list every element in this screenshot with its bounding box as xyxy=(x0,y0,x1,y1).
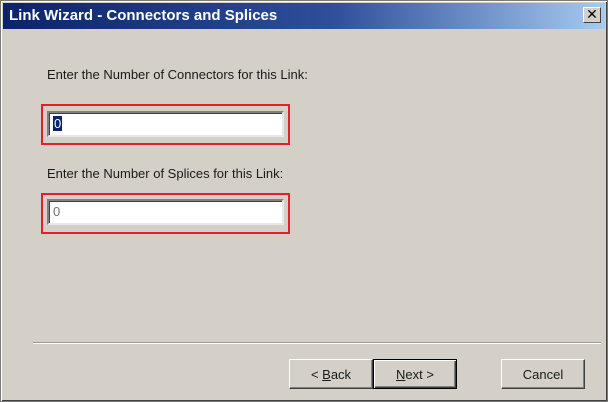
next-button[interactable]: Next > xyxy=(373,359,457,389)
splices-input[interactable]: 0 xyxy=(47,199,284,225)
next-button-accel: N xyxy=(396,366,406,382)
connectors-input-value: 0 xyxy=(53,116,63,131)
splices-input-value: 0 xyxy=(53,204,61,219)
button-separator xyxy=(33,342,601,344)
link-wizard-dialog: Link Wizard - Connectors and Splices ✕ E… xyxy=(0,0,608,402)
window-title: Link Wizard - Connectors and Splices xyxy=(9,7,278,24)
title-bar[interactable]: Link Wizard - Connectors and Splices ✕ xyxy=(3,3,605,29)
connectors-input[interactable]: 0 xyxy=(47,111,284,137)
back-button-prefix: < xyxy=(310,366,323,382)
close-button[interactable]: ✕ xyxy=(583,7,601,23)
cancel-button[interactable]: Cancel xyxy=(501,359,585,389)
close-icon: ✕ xyxy=(586,7,598,23)
connectors-label: Enter the Number of Connectors for this … xyxy=(47,67,308,82)
back-button-rest: ack xyxy=(330,366,352,382)
splices-label: Enter the Number of Splices for this Lin… xyxy=(47,166,284,181)
back-button[interactable]: < Back xyxy=(289,359,373,389)
back-button-accel: B xyxy=(322,366,331,382)
cancel-button-label: Cancel xyxy=(522,366,564,382)
next-button-rest: ext > xyxy=(405,366,434,382)
